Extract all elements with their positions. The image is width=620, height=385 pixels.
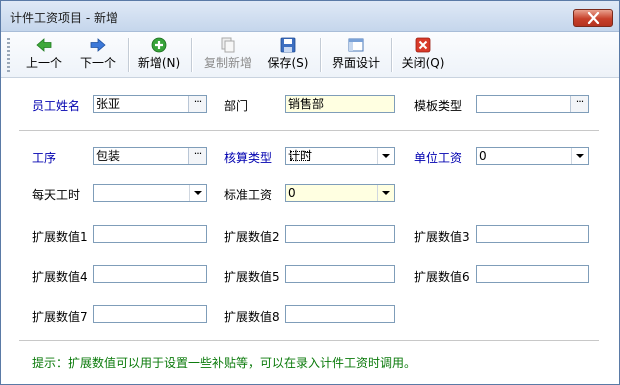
toolbar-separator [191,38,193,72]
toolbar-separator [320,38,322,72]
ext5-input[interactable] [285,265,395,283]
layout-design-button[interactable]: 界面设计 [326,34,386,74]
close-icon [587,12,600,24]
form-area: 员工姓名 张亚 ··· 部门 销售部 模板类型 ··· 工序 包装 ··· 核算… [1,78,619,384]
toolbar-separator [128,38,130,72]
divider [19,340,599,341]
daily-hours-dropdown-button[interactable] [189,185,206,201]
template-type-field[interactable]: ··· [476,95,589,113]
arrow-left-icon [36,38,52,52]
divider [19,130,599,131]
ext1-label: 扩展数值1 [32,230,88,244]
process-label: 工序 [32,151,57,165]
toolbar: 上一个 下一个 新增(N) 复制新增 保存(S) 界面设计 关闭(Q) [1,32,619,78]
template-type-label: 模板类型 [414,99,463,113]
ext7-label: 扩展数值7 [32,310,88,324]
add-icon [151,37,167,53]
toolbar-separator [391,38,393,72]
window-close-button[interactable] [573,9,613,27]
department-field[interactable]: 销售部 [285,95,395,113]
calc-type-dropdown-button[interactable] [377,148,394,164]
copy-icon [221,37,235,53]
ext4-label: 扩展数值4 [32,270,88,284]
close-icon [415,37,431,53]
ext7-input[interactable] [93,305,207,323]
prev-button[interactable]: 上一个 [19,34,69,74]
daily-hours-label: 每天工时 [32,188,81,202]
layout-icon [348,38,364,52]
process-lookup-button[interactable]: ··· [188,148,206,164]
employee-name-label: 员工姓名 [32,99,81,113]
department-label: 部门 [224,99,249,113]
add-button[interactable]: 新增(N) [134,34,184,74]
dialog-window: 计件工资项目 - 新增 上一个 下一个 新增(N) 复制新增 保存(S) 界面设… [0,0,620,385]
save-icon [280,37,296,53]
daily-hours-select[interactable] [93,184,207,202]
title-bar[interactable]: 计件工资项目 - 新增 [1,1,619,32]
ext3-label: 扩展数值3 [414,230,470,244]
chevron-down-icon [194,191,202,195]
calc-type-label: 核算类型 [224,151,273,165]
ext3-input[interactable] [476,225,589,243]
ext6-label: 扩展数值6 [414,270,470,284]
ext8-input[interactable] [285,305,395,323]
arrow-right-icon [90,38,106,52]
ext6-input[interactable] [476,265,589,283]
copy-add-button[interactable]: 复制新增 [197,34,259,74]
close-button[interactable]: 关闭(Q) [398,34,448,74]
ext1-input[interactable] [93,225,207,243]
ext4-input[interactable] [93,265,207,283]
window-title: 计件工资项目 - 新增 [10,11,118,25]
employee-name-field[interactable]: 张亚 ··· [93,95,207,113]
template-lookup-button[interactable]: ··· [570,96,588,112]
save-button[interactable]: 保存(S) [263,34,313,74]
toolbar-grip[interactable] [7,38,10,72]
unit-wage-dropdown-button[interactable] [571,148,588,164]
chevron-down-icon [382,191,390,195]
standard-wage-label: 标准工资 [224,188,273,202]
calc-type-select[interactable]: 计时 [285,147,395,165]
next-button[interactable]: 下一个 [73,34,123,74]
standard-wage-dropdown-button[interactable] [377,185,394,201]
unit-wage-label: 单位工资 [414,151,463,165]
ext5-label: 扩展数值5 [224,270,280,284]
hint-text: 提示：扩展数值可以用于设置一些补贴等，可以在录入计件工资时调用。 [32,356,417,370]
ext2-label: 扩展数值2 [224,230,280,244]
process-field[interactable]: 包装 ··· [93,147,207,165]
unit-wage-select[interactable]: 0 [476,147,589,165]
ext2-input[interactable] [285,225,395,243]
employee-lookup-button[interactable]: ··· [188,96,206,112]
chevron-down-icon [576,154,584,158]
chevron-down-icon [382,154,390,158]
standard-wage-select[interactable]: 0 [285,184,395,202]
ext8-label: 扩展数值8 [224,310,280,324]
